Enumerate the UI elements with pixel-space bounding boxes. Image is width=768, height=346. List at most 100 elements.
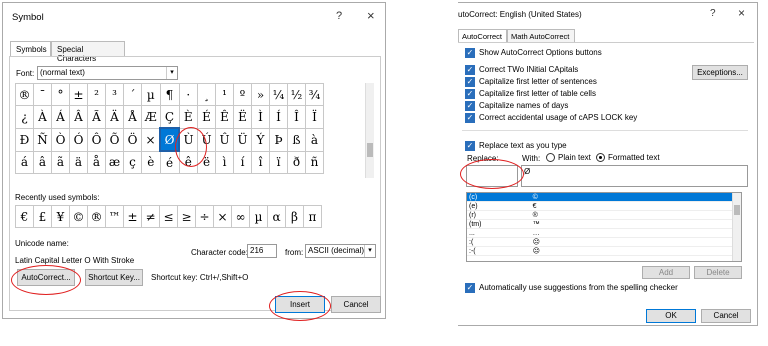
tab-math-autocorrect[interactable]: Math AutoCorrect <box>507 29 575 43</box>
symbol-cell[interactable]: ½ <box>287 83 306 106</box>
close-icon[interactable]: × <box>367 8 375 23</box>
plain-text-radio[interactable]: Plain text <box>546 153 591 163</box>
table-row[interactable]: :-(☹ <box>467 246 733 256</box>
close-icon[interactable]: × <box>738 6 745 20</box>
symbol-cell[interactable]: Þ <box>269 127 288 152</box>
symbol-cell[interactable]: Ý <box>251 127 270 152</box>
symbol-cell[interactable]: Ñ <box>33 127 52 152</box>
symbol-cell[interactable]: Ö <box>123 127 142 152</box>
capitalize-table-cells-checkbox[interactable]: ✓ Capitalize first letter of table cells <box>465 89 596 99</box>
symbol-cell[interactable]: ¹ <box>215 83 234 106</box>
replace-as-you-type-checkbox[interactable]: ✓ Replace text as you type <box>465 141 567 151</box>
symbol-cell[interactable]: æ <box>105 150 124 174</box>
scrollbar-thumb[interactable] <box>734 205 740 215</box>
symbol-cell[interactable]: à <box>305 127 324 152</box>
help-icon[interactable]: ? <box>710 8 716 19</box>
symbol-cell[interactable]: Ô <box>87 127 106 152</box>
symbol-cell[interactable]: Ï <box>305 105 324 129</box>
recent-symbol-cell[interactable]: π <box>303 205 322 228</box>
symbol-cell[interactable]: ³ <box>105 83 124 106</box>
delete-button[interactable]: Delete <box>694 266 742 279</box>
scrollbar-thumb[interactable] <box>367 143 373 157</box>
symbol-cell[interactable]: µ <box>141 83 161 106</box>
table-row[interactable]: ...… <box>467 228 733 238</box>
recent-symbol-cell[interactable]: © <box>69 205 88 228</box>
symbol-cell[interactable]: » <box>251 83 270 106</box>
recent-symbol-cell[interactable]: ® <box>87 205 106 228</box>
show-options-checkbox[interactable]: ✓ Show AutoCorrect Options buttons <box>465 48 602 58</box>
symbol-cell[interactable]: ¸ <box>197 83 216 106</box>
recent-symbol-cell[interactable]: ≤ <box>159 205 178 228</box>
symbol-cell[interactable]: ° <box>51 83 70 106</box>
symbol-cell[interactable]: ã <box>51 150 70 174</box>
recent-symbol-cell[interactable]: ™ <box>105 205 124 228</box>
symbol-cell[interactable]: Á <box>51 105 70 129</box>
correct-two-initial-capitals-checkbox[interactable]: ✓ Correct TWo INitial CApitals <box>465 65 578 75</box>
symbol-cell[interactable]: ± <box>69 83 88 106</box>
recent-symbol-cell[interactable]: ∞ <box>231 205 250 228</box>
symbol-cell[interactable]: È <box>178 105 198 129</box>
symbol-cell[interactable]: À <box>33 105 52 129</box>
symbol-cell[interactable]: ð <box>287 150 306 174</box>
table-row[interactable]: (tm) ™ <box>467 219 733 229</box>
recent-symbol-cell[interactable]: ± <box>123 205 142 228</box>
recent-symbol-cell[interactable]: β <box>285 205 304 228</box>
symbol-cell[interactable]: Ä <box>105 105 124 129</box>
symbol-cell[interactable]: Î <box>287 105 306 129</box>
symbol-cell[interactable]: ² <box>87 83 106 106</box>
cancel-button[interactable]: Cancel <box>701 309 751 323</box>
symbol-cell[interactable]: ä <box>69 150 88 174</box>
symbol-cell[interactable]: ï <box>269 150 288 174</box>
symbol-cell[interactable]: Ã <box>87 105 106 129</box>
shortcut-key-button[interactable]: Shortcut Key... <box>85 269 143 286</box>
symbol-cell[interactable]: ® <box>15 83 34 106</box>
symbol-cell[interactable]: á <box>15 150 34 174</box>
symbol-cell[interactable]: î <box>251 150 270 174</box>
font-select[interactable]: (normal text) ▾ <box>37 66 178 80</box>
symbol-cell[interactable]: Ó <box>69 127 88 152</box>
symbol-cell[interactable]: ¼ <box>269 83 288 106</box>
symbol-cell[interactable]: · <box>178 83 198 106</box>
symbol-cell[interactable]: É <box>197 105 216 129</box>
tab-autocorrect[interactable]: AutoCorrect <box>458 29 507 43</box>
symbol-cell[interactable]: Ë <box>233 105 252 129</box>
symbol-cell[interactable]: ç <box>123 150 142 174</box>
help-icon[interactable]: ? <box>336 10 342 22</box>
exceptions-button[interactable]: Exceptions... <box>692 65 748 80</box>
symbol-cell[interactable]: Ç <box>159 105 180 129</box>
symbol-cell[interactable]: ¾ <box>305 83 324 106</box>
auto-suggest-checkbox[interactable]: ✓ Automatically use suggestions from the … <box>465 283 678 293</box>
symbol-cell[interactable]: Ð <box>15 127 34 152</box>
caps-lock-checkbox[interactable]: ✓ Correct accidental usage of cAPS LOCK k… <box>465 113 637 123</box>
symbol-cell[interactable]: º <box>233 83 252 106</box>
symbol-cell[interactable]: ¯ <box>33 83 52 106</box>
recent-symbol-cell[interactable]: × <box>213 205 232 228</box>
symbol-cell[interactable]: Ì <box>251 105 270 129</box>
symbol-cell[interactable]: å <box>87 150 106 174</box>
symbol-cell[interactable]: Ê <box>215 105 234 129</box>
ok-button[interactable]: OK <box>646 309 696 323</box>
recent-symbol-cell[interactable]: α <box>267 205 286 228</box>
tab-special-characters[interactable]: Special Characters <box>51 41 125 63</box>
symbol-cell[interactable]: Û <box>215 127 234 152</box>
recent-symbol-cell[interactable]: £ <box>33 205 52 228</box>
symbol-cell[interactable]: ñ <box>305 150 324 174</box>
symbol-cell[interactable]: ´ <box>123 83 142 106</box>
symbol-cell[interactable]: ì <box>215 150 234 174</box>
recent-symbol-cell[interactable]: µ <box>249 205 268 228</box>
table-row[interactable]: :(☹ <box>467 237 733 247</box>
symbol-grid-scrollbar[interactable] <box>365 83 374 178</box>
character-code-input[interactable]: 216 <box>247 244 277 258</box>
symbol-cell[interactable]: ¿ <box>15 105 34 129</box>
symbol-cell[interactable]: ß <box>287 127 306 152</box>
add-button[interactable]: Add <box>642 266 690 279</box>
symbol-cell[interactable]: × <box>141 127 161 152</box>
tab-symbols[interactable]: Symbols <box>10 41 51 57</box>
recent-symbol-cell[interactable]: ÷ <box>195 205 214 228</box>
capitalize-days-checkbox[interactable]: ✓ Capitalize names of days <box>465 101 568 111</box>
table-row[interactable]: (e) € <box>467 201 733 211</box>
symbol-cell[interactable]: â <box>33 150 52 174</box>
formatted-text-radio[interactable]: Formatted text <box>596 153 660 163</box>
recent-symbol-cell[interactable]: € <box>15 205 34 228</box>
symbol-cell[interactable]: Æ <box>141 105 161 129</box>
